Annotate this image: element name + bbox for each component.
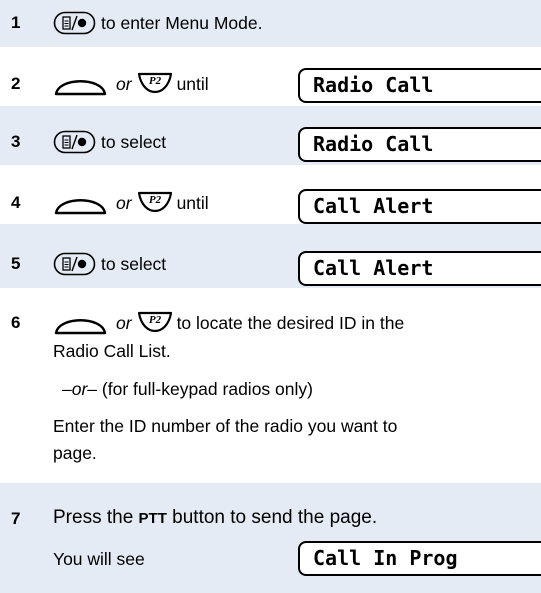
or-label: or [116,73,132,94]
alternative-instruction-line-2: page. [53,443,97,463]
or-dash-label: –or– [62,379,98,399]
step-3: 3 to select Radio Call [0,106,541,165]
p2-button-icon [137,311,172,333]
step-text-post: button to send the page. [172,507,378,528]
step-text: to locate the desired ID in the [176,312,405,333]
step-5: 5 to select Call Alert [0,224,541,288]
alternative-instruction-line-1: Enter the ID number of the radio you wan… [53,416,398,436]
step-text: to enter Menu Mode. [101,12,263,33]
or-label: or [116,312,132,333]
navigation-dome-button-icon [54,80,107,96]
step-number: 1 [11,13,21,32]
step-text: to select [101,131,167,152]
p2-button-icon [137,72,172,94]
display-readout: Call In Prog [298,541,541,576]
navigation-dome-button-icon [54,199,107,215]
display-readout: Call Alert [298,189,541,224]
p2-button-icon [137,191,172,213]
step-text-continued: Radio Call List. [53,341,171,361]
step-2: 2 or until Radio Call [0,47,541,106]
or-label: or [116,192,132,213]
step-text: Press the PTT button to send the page. [53,504,523,532]
navigation-dome-button-icon [54,319,107,335]
step-4: 4 or until Call Alert [0,165,541,224]
step-text: until [176,192,209,213]
alternative-note-text: (for full-keypad radios only) [101,379,313,399]
menu-select-button-icon [53,11,96,35]
step-text: to select [101,253,167,274]
step-number: 7 [11,509,21,528]
menu-select-button-icon [53,130,96,154]
display-readout: Radio Call [298,68,541,103]
display-readout: Radio Call [298,127,541,162]
ptt-button-label: PTT [138,510,167,527]
step-number: 5 [11,254,21,273]
step-number: 4 [11,193,21,212]
step-1: 1 to enter Menu Mode. [0,0,541,47]
step-number: 6 [11,313,21,332]
display-readout: Call Alert [298,251,541,286]
step-text-pre: Press the [53,507,134,528]
step-6: 6 or to locate the desired ID in the Rad… [0,288,541,463]
alternative-note: –or– (for full-keypad radios only) [62,376,532,403]
step-7: 7 Press the PTT button to send the page.… [0,483,541,593]
step-text: until [176,73,209,94]
menu-select-button-icon [53,252,96,276]
step-number: 3 [11,132,21,151]
step-number: 2 [11,74,21,93]
